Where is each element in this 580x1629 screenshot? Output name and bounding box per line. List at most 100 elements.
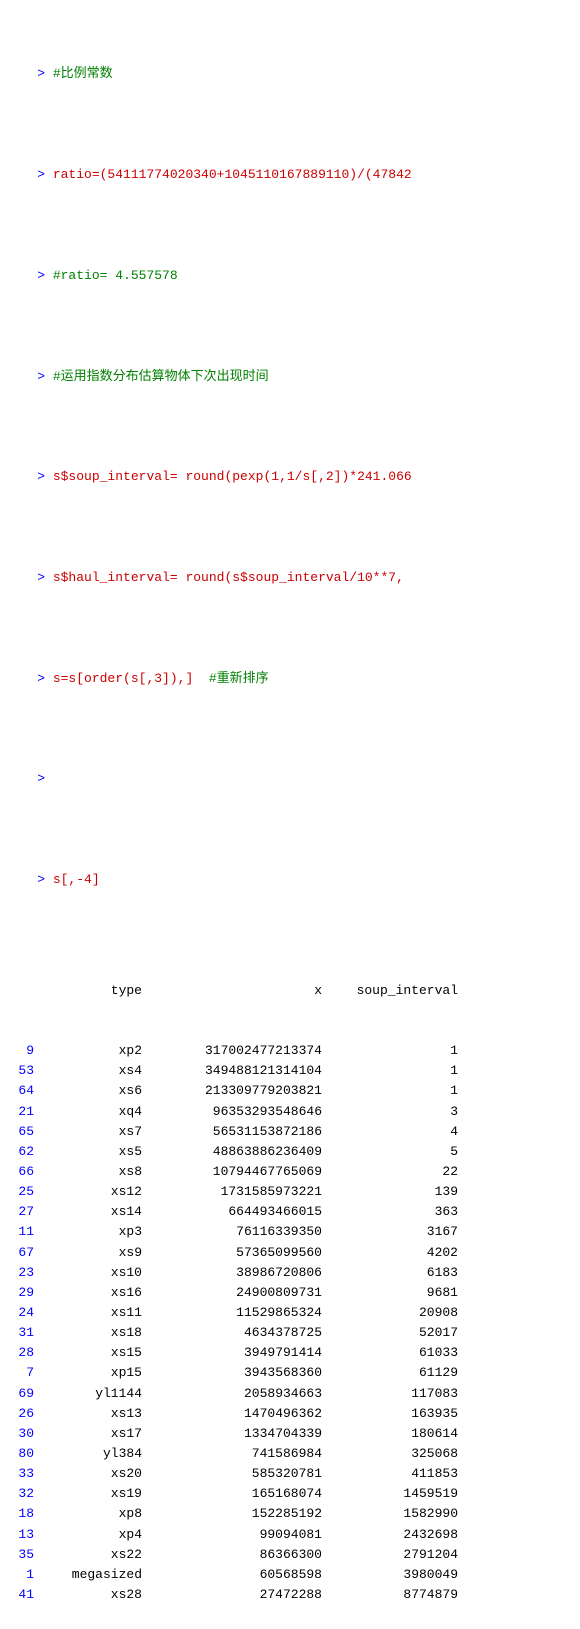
table-row: 26xs131470496362163935 xyxy=(6,1404,574,1424)
cell-x: 152285192 xyxy=(148,1504,328,1524)
cell-x: 3949791414 xyxy=(148,1343,328,1363)
cell-type: xs6 xyxy=(38,1081,148,1101)
cell-type: xs19 xyxy=(38,1484,148,1504)
cell-type: xs14 xyxy=(38,1202,148,1222)
code-ratio: ratio=(54111774020340+1045110167889110)/… xyxy=(53,167,412,182)
code-slice: s[,-4] xyxy=(53,872,100,887)
table-row: 30xs171334704339180614 xyxy=(6,1424,574,1444)
cell-x: 57365099560 xyxy=(148,1243,328,1263)
table-row: 21xq4963532935486463 xyxy=(6,1102,574,1122)
table-row: 27xs14664493466015363 xyxy=(6,1202,574,1222)
cell-x: 60568598 xyxy=(148,1565,328,1585)
cell-x: 4634378725 xyxy=(148,1323,328,1343)
cell-rownum: 67 xyxy=(6,1243,38,1263)
cell-rownum: 35 xyxy=(6,1545,38,1565)
table-row: 29xs16249008097319681 xyxy=(6,1283,574,1303)
cell-rownum: 23 xyxy=(6,1263,38,1283)
cell-soup-interval: 180614 xyxy=(328,1424,458,1444)
cell-soup-interval: 22 xyxy=(328,1162,458,1182)
cell-x: 38986720806 xyxy=(148,1263,328,1283)
cell-x: 1334704339 xyxy=(148,1424,328,1444)
cell-type: xs20 xyxy=(38,1464,148,1484)
cell-rownum: 26 xyxy=(6,1404,38,1424)
prompt-7: > xyxy=(37,671,53,686)
cell-rownum: 1 xyxy=(6,1565,38,1585)
cell-type: xp2 xyxy=(38,1041,148,1061)
cell-x: 96353293548646 xyxy=(148,1102,328,1122)
cell-rownum: 41 xyxy=(6,1585,38,1605)
comment-1: #比例常数 xyxy=(53,66,113,81)
cell-type: xs15 xyxy=(38,1343,148,1363)
cell-rownum: 27 xyxy=(6,1202,38,1222)
cell-type: xs13 xyxy=(38,1404,148,1424)
cell-x: 99094081 xyxy=(148,1525,328,1545)
cell-rownum: 69 xyxy=(6,1384,38,1404)
table-row: 31xs18463437872552017 xyxy=(6,1323,574,1343)
cell-rownum: 29 xyxy=(6,1283,38,1303)
cell-rownum: 30 xyxy=(6,1424,38,1444)
cell-rownum: 18 xyxy=(6,1504,38,1524)
cell-rownum: 11 xyxy=(6,1222,38,1242)
cell-type: xs18 xyxy=(38,1323,148,1343)
cell-x: 24900809731 xyxy=(148,1283,328,1303)
cell-type: xs8 xyxy=(38,1162,148,1182)
table-row: 28xs15394979141461033 xyxy=(6,1343,574,1363)
cell-type: xs10 xyxy=(38,1263,148,1283)
cell-x: 56531153872186 xyxy=(148,1122,328,1142)
cell-rownum: 31 xyxy=(6,1323,38,1343)
cell-type: xs16 xyxy=(38,1283,148,1303)
cell-type: xp3 xyxy=(38,1222,148,1242)
code-haul-interval: s$haul_interval= round(s$soup_interval/1… xyxy=(53,570,404,585)
table-row: 7xp15394356836061129 xyxy=(6,1363,574,1383)
cell-x: 2058934663 xyxy=(148,1384,328,1404)
prompt-1: > xyxy=(37,66,53,81)
prompt-3: > xyxy=(37,268,53,283)
cell-rownum: 13 xyxy=(6,1525,38,1545)
cell-soup-interval: 9681 xyxy=(328,1283,458,1303)
comment-ratio: #ratio= 4.557578 xyxy=(53,268,178,283)
table-row: 35xs22863663002791204 xyxy=(6,1545,574,1565)
table-row: 62xs5488638862364095 xyxy=(6,1142,574,1162)
cell-x: 1470496362 xyxy=(148,1404,328,1424)
cell-soup-interval: 363 xyxy=(328,1202,458,1222)
code-soup-interval: s$soup_interval= round(pexp(1,1/s[,2])*2… xyxy=(53,469,412,484)
cell-type: xs7 xyxy=(38,1122,148,1142)
table-row: 32xs191651680741459519 xyxy=(6,1484,574,1504)
cell-soup-interval: 3 xyxy=(328,1102,458,1122)
console-output: > #比例常数 > ratio=(54111774020340+10451101… xyxy=(0,0,580,934)
table-row: 11xp3761163393503167 xyxy=(6,1222,574,1242)
cell-x: 3943568360 xyxy=(148,1363,328,1383)
table-row: 53xs43494881213141041 xyxy=(6,1061,574,1081)
table-row: 1megasized605685983980049 xyxy=(6,1565,574,1585)
cell-soup-interval: 117083 xyxy=(328,1384,458,1404)
cell-x: 664493466015 xyxy=(148,1202,328,1222)
cell-soup-interval: 139 xyxy=(328,1182,458,1202)
prompt-4: > xyxy=(37,369,53,384)
cell-soup-interval: 1 xyxy=(328,1081,458,1101)
cell-x: 165168074 xyxy=(148,1484,328,1504)
cell-soup-interval: 325068 xyxy=(328,1444,458,1464)
comment-order: #重新排序 xyxy=(209,671,269,686)
cell-x: 349488121314104 xyxy=(148,1061,328,1081)
cell-type: xs22 xyxy=(38,1545,148,1565)
cell-type: yl1144 xyxy=(38,1384,148,1404)
cell-soup-interval: 61033 xyxy=(328,1343,458,1363)
header-soup-interval: soup_interval xyxy=(328,981,458,1001)
cell-rownum: 66 xyxy=(6,1162,38,1182)
cell-type: xs12 xyxy=(38,1182,148,1202)
cell-rownum: 25 xyxy=(6,1182,38,1202)
cell-soup-interval: 4202 xyxy=(328,1243,458,1263)
comment-exp: #运用指数分布估算物体下次出现时间 xyxy=(53,369,269,384)
cell-rownum: 21 xyxy=(6,1102,38,1122)
cell-type: xs28 xyxy=(38,1585,148,1605)
cell-soup-interval: 20908 xyxy=(328,1303,458,1323)
table-row: 64xs62133097792038211 xyxy=(6,1081,574,1101)
cell-soup-interval: 163935 xyxy=(328,1404,458,1424)
cell-x: 27472288 xyxy=(148,1585,328,1605)
cell-soup-interval: 2791204 xyxy=(328,1545,458,1565)
cell-soup-interval: 8774879 xyxy=(328,1585,458,1605)
cell-rownum: 24 xyxy=(6,1303,38,1323)
cell-soup-interval: 4 xyxy=(328,1122,458,1142)
table-row: 80yl384741586984325068 xyxy=(6,1444,574,1464)
cell-rownum: 64 xyxy=(6,1081,38,1101)
